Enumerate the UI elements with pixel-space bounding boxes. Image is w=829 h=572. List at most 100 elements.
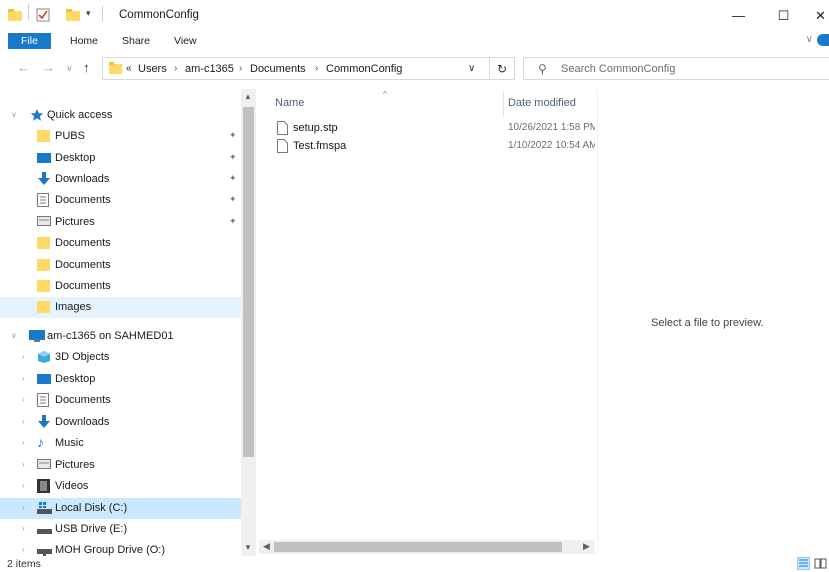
expand-chevron-icon[interactable]: ›	[22, 481, 25, 490]
usb-drive-icon	[37, 522, 52, 539]
scroll-thumb[interactable]	[243, 107, 254, 457]
nav-item-pc-documents[interactable]: › Documents	[0, 390, 241, 411]
nav-this-pc[interactable]: ∨ am-c1365 on SAHMED01	[0, 326, 241, 347]
nav-item-music[interactable]: › ♪ Music	[0, 433, 241, 454]
minimize-button[interactable]: —	[716, 0, 761, 31]
file-name: setup.stp	[293, 122, 338, 134]
scroll-thumb[interactable]	[274, 542, 562, 552]
document-icon	[37, 393, 49, 410]
collapse-chevron-icon[interactable]: ∨	[11, 331, 17, 340]
nav-item-label: PUBS	[55, 130, 85, 142]
nav-quick-access[interactable]: ∨ Quick access	[0, 105, 241, 126]
customize-toolbar-chevron-icon[interactable]: ▾	[86, 8, 91, 19]
preview-pane: Select a file to preview.	[597, 89, 829, 551]
tab-view[interactable]: View	[174, 35, 197, 47]
nav-item-label: Videos	[55, 480, 89, 492]
expand-chevron-icon[interactable]: ›	[22, 374, 25, 383]
expand-chevron-icon[interactable]: ›	[22, 352, 25, 361]
nav-item-label: Documents	[55, 194, 111, 206]
item-count: 2 items	[7, 558, 41, 570]
nav-scrollbar[interactable]: ▲ ▼	[241, 89, 256, 556]
scroll-down-icon[interactable]: ▼	[244, 543, 252, 552]
expand-ribbon-chevron-icon[interactable]: ∨	[806, 34, 813, 45]
scroll-up-icon[interactable]: ▲	[244, 92, 252, 101]
star-icon	[30, 108, 44, 125]
nav-item-label: USB Drive (E:)	[55, 523, 128, 535]
recent-locations-chevron-icon[interactable]: ∨	[66, 63, 73, 74]
breadcrumb-separator-icon[interactable]: ›	[174, 63, 177, 74]
help-icon[interactable]	[817, 34, 829, 46]
folder-icon	[37, 279, 50, 296]
expand-chevron-icon[interactable]: ›	[22, 545, 25, 554]
title-separator	[28, 4, 29, 20]
search-placeholder: Search CommonConfig	[561, 63, 676, 75]
column-divider[interactable]	[503, 91, 504, 117]
nav-item-3d-objects[interactable]: › 3D Objects	[0, 347, 241, 368]
nav-item-documents-2[interactable]: Documents	[0, 233, 241, 254]
nav-item-documents-3[interactable]: Documents	[0, 255, 241, 276]
properties-quick-icon[interactable]	[36, 8, 50, 25]
breadcrumb-overflow[interactable]: «	[126, 63, 132, 74]
breadcrumb-documents[interactable]: Documents	[250, 63, 306, 75]
breadcrumb-separator-icon[interactable]: ›	[239, 63, 242, 74]
expand-chevron-icon[interactable]: ›	[22, 417, 25, 426]
file-date: 10/26/2021 1:58 PM	[508, 122, 595, 133]
column-header-name[interactable]: Name	[275, 97, 304, 109]
scroll-left-icon[interactable]: ◀	[263, 541, 270, 552]
tab-share[interactable]: Share	[122, 35, 150, 47]
nav-item-downloads[interactable]: Downloads ✦	[0, 169, 241, 190]
address-bar[interactable]: « Users › am-c1365 › Documents › CommonC…	[102, 57, 490, 80]
scroll-right-icon[interactable]: ▶	[583, 541, 590, 552]
nav-item-usb-drive[interactable]: › USB Drive (E:)	[0, 519, 241, 540]
collapse-chevron-icon[interactable]: ∨	[11, 110, 17, 119]
nav-item-images[interactable]: Images	[0, 297, 241, 318]
nav-item-pubs[interactable]: PUBS ✦	[0, 126, 241, 147]
expand-chevron-icon[interactable]: ›	[22, 460, 25, 469]
nav-item-label: Music	[55, 437, 84, 449]
tab-home[interactable]: Home	[70, 35, 98, 47]
new-folder-quick-icon[interactable]	[66, 8, 80, 25]
expand-chevron-icon[interactable]: ›	[22, 524, 25, 533]
refresh-button[interactable]: ↻	[490, 57, 515, 80]
nav-item-desktop[interactable]: Desktop ✦	[0, 148, 241, 169]
details-view-icon[interactable]	[797, 557, 810, 570]
nav-item-pc-desktop[interactable]: › Desktop	[0, 369, 241, 390]
computer-icon	[29, 329, 45, 346]
expand-chevron-icon[interactable]: ›	[22, 438, 25, 447]
back-arrow-icon[interactable]: ←	[17, 60, 30, 75]
nav-item-pc-pictures[interactable]: › Pictures	[0, 455, 241, 476]
breadcrumb-commonconfig[interactable]: CommonConfig	[326, 63, 402, 75]
network-drive-icon	[37, 543, 52, 556]
file-icon	[277, 121, 288, 138]
address-history-chevron-icon[interactable]: ∨	[468, 63, 475, 74]
tab-file[interactable]: File	[8, 33, 51, 49]
window-title: CommonConfig	[119, 9, 199, 21]
search-input[interactable]: ⚲ Search CommonConfig	[523, 57, 829, 80]
nav-item-label: Local Disk (C:)	[55, 502, 128, 514]
up-arrow-icon[interactable]: ↑	[83, 60, 90, 75]
expand-chevron-icon[interactable]: ›	[22, 503, 25, 512]
large-icons-view-icon[interactable]	[814, 557, 827, 570]
nav-item-pictures[interactable]: Pictures ✦	[0, 212, 241, 233]
forward-arrow-icon[interactable]: →	[42, 60, 55, 75]
file-row[interactable]: setup.stp 10/26/2021 1:58 PM	[274, 120, 595, 138]
nav-item-label: Pictures	[55, 216, 95, 228]
document-icon	[37, 193, 49, 210]
nav-item-pc-downloads[interactable]: › Downloads	[0, 412, 241, 433]
breadcrumb-user[interactable]: am-c1365	[185, 63, 234, 75]
close-button[interactable]: ✕	[798, 0, 829, 31]
breadcrumb-users[interactable]: Users	[138, 63, 167, 75]
expand-chevron-icon[interactable]: ›	[22, 395, 25, 404]
breadcrumb-separator-icon[interactable]: ›	[315, 63, 318, 74]
column-header-date-modified[interactable]: Date modified	[508, 97, 576, 109]
nav-item-group-drive[interactable]: › MOH Group Drive (O:)	[0, 540, 241, 556]
folder-icon	[37, 129, 50, 146]
nav-item-label: Documents	[55, 237, 111, 249]
horizontal-scrollbar[interactable]: ◀ ▶	[259, 540, 595, 554]
nav-item-documents-4[interactable]: Documents	[0, 276, 241, 297]
nav-item-local-disk[interactable]: › Local Disk (C:)	[0, 498, 241, 519]
file-row[interactable]: Test.fmspa 1/10/2022 10:54 AM	[274, 138, 595, 156]
nav-item-documents[interactable]: Documents ✦	[0, 190, 241, 211]
nav-item-label: Images	[55, 301, 92, 313]
nav-item-videos[interactable]: › Videos	[0, 476, 241, 497]
